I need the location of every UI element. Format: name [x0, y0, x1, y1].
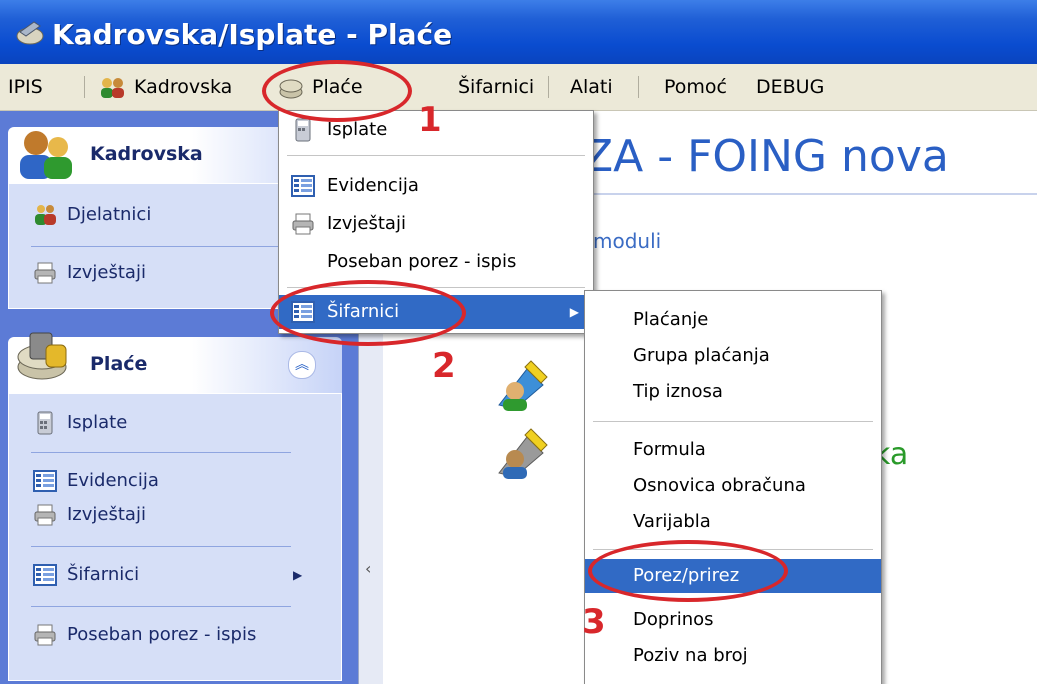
sidebar-item-poseban-porez[interactable]: Poseban porez - ispis: [33, 620, 256, 650]
divider: [31, 246, 315, 247]
menu-item-evidencija[interactable]: Evidencija: [279, 169, 593, 203]
annotation-step-2: 2: [432, 346, 456, 386]
menu-item-placanje[interactable]: Plaćanje: [585, 303, 881, 337]
annotation-ring-2: [270, 280, 466, 346]
application-window: Kadrovska/Isplate - Plaće IPIS Kadrovska…: [0, 0, 1037, 684]
submenu-arrow-icon: ▶: [293, 568, 303, 582]
menu-item-poseban-porez[interactable]: Poseban porez - ispis: [279, 245, 593, 279]
menu-separator: [638, 76, 639, 98]
menu-kadrovska[interactable]: Kadrovska: [98, 64, 232, 110]
users-icon: [101, 77, 124, 98]
menu-item-poziv-na-broj[interactable]: Poziv na broj: [585, 639, 881, 673]
menu-ipis[interactable]: IPIS: [8, 64, 43, 110]
user-edit-icon[interactable]: [493, 423, 551, 481]
sidebar-group-place-header[interactable]: Plaće ︽: [8, 332, 342, 393]
collapse-icon: ‹: [365, 559, 372, 578]
list-icon: [33, 470, 57, 492]
divider: [31, 606, 291, 607]
sidebar-item-djelatnici[interactable]: Djelatnici: [33, 200, 151, 230]
menu-separator: [548, 76, 549, 98]
users-icon: [20, 131, 72, 179]
sidebar-item-izvjestaji[interactable]: Izvještaji: [33, 258, 146, 288]
printer-icon: [34, 504, 56, 526]
menu-item-varijabla[interactable]: Varijabla: [585, 505, 881, 539]
printer-icon: [34, 262, 56, 284]
menu-item-grupa-placanja[interactable]: Grupa plaćanja: [585, 339, 881, 373]
section-label: moduli: [593, 229, 662, 253]
calculator-icon: [37, 411, 53, 435]
menu-item-doprinos[interactable]: Doprinos: [585, 603, 881, 637]
menu-bar: IPIS Kadrovska Plaće Šifarnici Alati Pom…: [0, 64, 1037, 111]
sidebar-item-sifarnici[interactable]: Šifarnici ▶: [33, 560, 319, 590]
submenu-arrow-icon: ▶: [569, 305, 579, 319]
printer-icon: [292, 213, 314, 235]
sidebar-item-isplate[interactable]: Isplate: [33, 408, 127, 438]
list-icon: [33, 564, 57, 586]
title-bar: Kadrovska/Isplate - Plaće: [0, 0, 1037, 64]
window-title: Kadrovska/Isplate - Plaće: [52, 18, 453, 51]
user-edit-icon[interactable]: [493, 355, 551, 413]
coins-icon: [17, 332, 67, 380]
annotation-ring-1: [262, 60, 412, 122]
menu-item-izvjestaji[interactable]: Izvještaji: [279, 207, 593, 241]
annotation-step-3: 3: [582, 602, 606, 642]
annotation-ring-3: [588, 540, 788, 602]
menu-separator: [593, 421, 873, 422]
menu-debug[interactable]: DEBUG: [756, 64, 824, 110]
menu-pomoc[interactable]: Pomoć: [664, 64, 727, 110]
printer-icon: [34, 624, 56, 646]
menu-alati[interactable]: Alati: [570, 64, 613, 110]
users-icon: [35, 205, 56, 225]
menu-item-tip-iznosa[interactable]: Tip iznosa: [585, 375, 881, 409]
sifarnici-submenu: Plaćanje Grupa plaćanja Tip iznosa Formu…: [584, 290, 882, 684]
divider: [31, 452, 291, 453]
sidebar-item-izvjestaji[interactable]: Izvještaji: [33, 500, 146, 530]
menu-item-osnovica-obracuna[interactable]: Osnovica obračuna: [585, 469, 881, 503]
menu-item-formula[interactable]: Formula: [585, 433, 881, 467]
app-icon: [16, 21, 44, 45]
menu-separator: [84, 76, 85, 98]
calculator-icon: [295, 118, 311, 142]
list-icon: [291, 175, 315, 197]
sidebar-item-evidencija[interactable]: Evidencija: [33, 466, 159, 496]
menu-sifarnici[interactable]: Šifarnici: [458, 64, 534, 110]
page-title: ZA - FOING nova: [583, 131, 949, 182]
menu-separator: [287, 155, 585, 156]
annotation-step-1: 1: [418, 100, 442, 140]
collapse-icon[interactable]: ︽: [288, 351, 316, 379]
divider: [31, 546, 291, 547]
sidebar-group-place: Isplate Evidencija Izvještaji Šifarnici …: [8, 393, 342, 681]
